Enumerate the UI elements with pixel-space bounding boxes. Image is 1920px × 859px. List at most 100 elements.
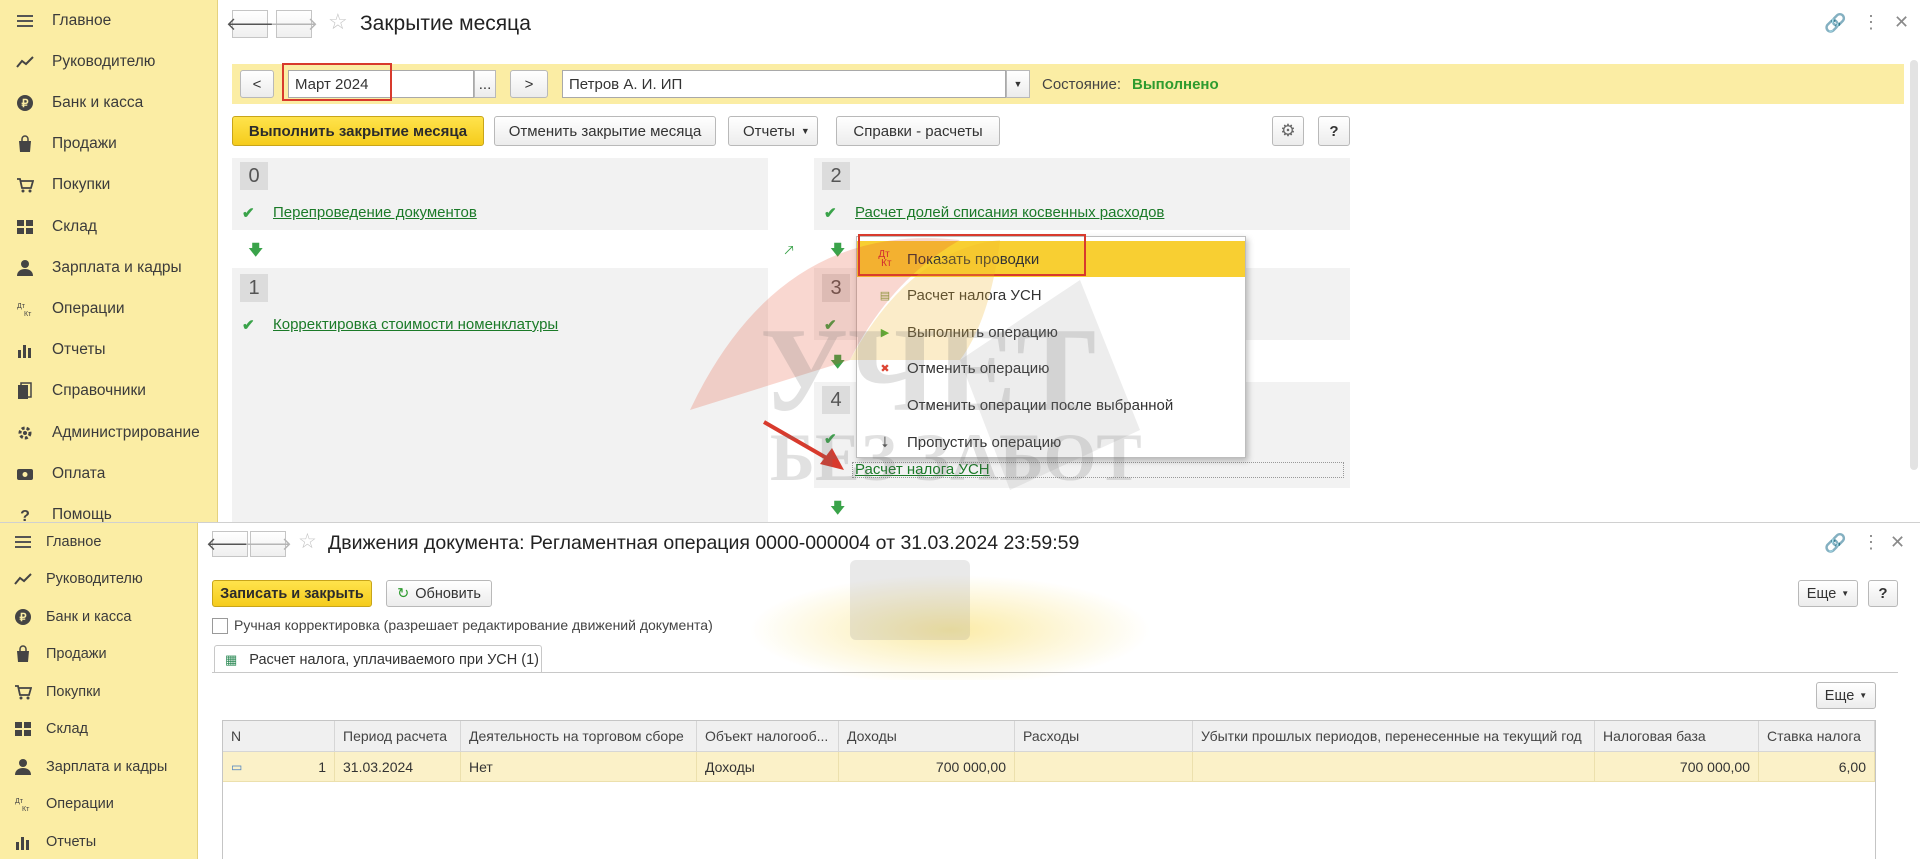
sidebar-item-11[interactable]: Оплата [0, 453, 105, 494]
step-link-usn-tax[interactable]: Расчет налога УСН [855, 461, 990, 478]
warehouse-icon [14, 216, 36, 238]
step-3-number: 3 [822, 274, 850, 302]
close-icon[interactable]: ✕ [1890, 532, 1905, 553]
scrollbar[interactable] [1910, 60, 1918, 470]
column-header[interactable]: Объект налогооб... [697, 721, 839, 752]
back-button[interactable]: 🡐 [226, 10, 274, 38]
column-header[interactable]: Расходы [1015, 721, 1193, 752]
menu-item-4[interactable]: Отменить операции после выбранной [857, 387, 1245, 423]
manual-edit-checkbox[interactable] [212, 618, 228, 634]
sidebar-item-6[interactable]: Зарплата и кадры [0, 247, 182, 288]
organization-field[interactable]: Петров А. И. ИП [562, 70, 1006, 98]
step-link-indirect-costs[interactable]: Расчет долей списания косвенных расходов [855, 204, 1164, 221]
payment-icon [14, 463, 36, 485]
column-header[interactable]: Ставка налога [1759, 721, 1875, 752]
sidebar-item-label: Зарплата и кадры [52, 258, 182, 276]
sidebar-item-label: Руководителю [46, 571, 143, 588]
menu-item-3[interactable]: ✖ Отменить операцию [857, 351, 1245, 387]
settings-button[interactable]: ⚙ [1272, 116, 1304, 146]
sidebar-item-7[interactable]: Операции [0, 786, 114, 824]
sidebar-item-3[interactable]: Продажи [0, 636, 107, 674]
help-icon [14, 504, 36, 522]
forward-button[interactable]: 🡒 [244, 531, 292, 557]
forward-button[interactable]: 🡒 [270, 10, 318, 38]
table-more-button[interactable]: Еще ▼ [1816, 682, 1876, 709]
chevron-down-icon: ▼ [1859, 691, 1868, 700]
column-header[interactable]: Налоговая база [1595, 721, 1759, 752]
column-header[interactable]: N [223, 721, 335, 752]
sidebar-item-8[interactable]: Отчеты [0, 823, 96, 859]
help-button[interactable]: ? [1868, 580, 1898, 607]
forward-arrow-icon: 🡒 [243, 533, 293, 554]
more-vert-icon[interactable]: ⋮ [1862, 12, 1880, 33]
done-check-icon: ✔ [242, 205, 255, 222]
sidebar-item-3[interactable]: Продажи [0, 124, 117, 165]
step-link-cost-adjustment[interactable]: Корректировка стоимости номенклатуры [273, 316, 558, 333]
step-link-reposting[interactable]: Перепроведение документов [273, 204, 477, 221]
table-row[interactable] [223, 752, 1875, 782]
column-header[interactable]: Доходы [839, 721, 1015, 752]
sidebar-item-0[interactable]: Главное [0, 0, 111, 41]
sidebar-item-12[interactable]: Помощь [0, 494, 112, 522]
sidebar-item-4[interactable]: Покупки [0, 165, 110, 206]
more-label: Еще [1806, 585, 1837, 602]
link-icon[interactable]: 🔗 [1824, 533, 1846, 554]
step-2-number: 2 [822, 162, 850, 190]
organization-dropdown-button[interactable]: ▼ [1006, 70, 1030, 98]
execute-icon: ▶ [880, 326, 890, 339]
barchart-icon [12, 831, 34, 853]
close-month-button[interactable]: Выполнить закрытие месяца [232, 116, 484, 146]
menu-item-5[interactable]: ⭣ Пропустить операцию [857, 424, 1245, 460]
sidebar-item-9[interactable]: Справочники [0, 371, 146, 412]
sidebar-bottom: Главное Руководителю Банк и касса Продажи По… [0, 523, 198, 859]
sidebar-item-6[interactable]: Зарплата и кадры [0, 748, 167, 786]
sidebar-item-10[interactable]: Администрирование [0, 412, 200, 453]
more-vert-icon[interactable]: ⋮ [1862, 532, 1880, 553]
close-icon[interactable]: ✕ [1894, 12, 1909, 33]
sidebar-item-8[interactable]: Отчеты [0, 330, 106, 371]
bag-icon [12, 643, 34, 665]
sidebar-item-5[interactable]: Склад [0, 206, 97, 247]
favorite-star-icon[interactable]: ☆ [298, 529, 317, 554]
link-icon[interactable]: 🔗 [1824, 13, 1846, 34]
period-highlight-frame [282, 63, 392, 101]
sidebar-item-label: Руководителю [52, 52, 156, 70]
cancel-close-month-button[interactable]: Отменить закрытие месяца [494, 116, 716, 146]
references-button[interactable]: Справки - расчеты [836, 116, 1000, 146]
skip-icon: ⭣ [881, 433, 889, 451]
refresh-button[interactable]: ↻ Обновить [386, 580, 492, 607]
menu-item-label: Отменить операции после выбранной [907, 396, 1174, 414]
sidebar-item-label: Отчеты [46, 833, 97, 850]
sidebar-item-7[interactable]: Операции [0, 288, 125, 329]
step-1-panel [232, 268, 768, 522]
movements-table: N ▭ 1 Период расчета 31.03.2024 Деятельность … [222, 720, 1876, 859]
save-and-close-button[interactable]: Записать и закрыть [212, 580, 372, 607]
sidebar-item-1[interactable]: Руководителю [0, 561, 143, 599]
sidebar-item-5[interactable]: Склад [0, 711, 88, 749]
column-header[interactable]: Убытки прошлых периодов, перенесенные на… [1193, 721, 1595, 752]
period-select-button[interactable]: ... [474, 70, 496, 98]
help-button[interactable]: ? [1318, 116, 1350, 146]
column-header[interactable]: Деятельность на торговом сборе [461, 721, 697, 752]
refresh-icon: ↻ [397, 585, 410, 602]
tab-usn-tax[interactable]: ▦ Расчет налога, уплачиваемого при УСН (1… [214, 645, 542, 673]
sidebar-item-1[interactable]: Руководителю [0, 41, 155, 82]
menu-item-label: Расчет налога УСН [907, 287, 1042, 305]
sidebar-item-2[interactable]: Банк и касса [0, 598, 131, 636]
sidebar-item-label: Операции [52, 299, 125, 317]
reports-button[interactable]: Отчеты ▼ [728, 116, 818, 146]
sidebar-item-2[interactable]: Банк и касса [0, 82, 143, 123]
forward-arrow-icon: 🡒 [269, 13, 319, 34]
sidebar-item-0[interactable]: Главное [0, 523, 101, 561]
sidebar-item-4[interactable]: Покупки [0, 673, 101, 711]
next-period-button[interactable]: > [510, 70, 548, 98]
column-header[interactable]: Период расчета [335, 721, 461, 752]
prev-period-button[interactable]: < [240, 70, 274, 98]
favorite-star-icon[interactable]: ☆ [328, 9, 348, 35]
back-button[interactable]: 🡐 [206, 531, 254, 557]
warehouse-icon [12, 718, 34, 740]
more-button[interactable]: Еще ▼ [1798, 580, 1858, 607]
menu-item-2[interactable]: ▶ Выполнить операцию [857, 314, 1245, 350]
sidebar-item-label: Администрирование [52, 423, 200, 441]
menu-item-1[interactable]: ▤ Расчет налога УСН [857, 278, 1245, 314]
